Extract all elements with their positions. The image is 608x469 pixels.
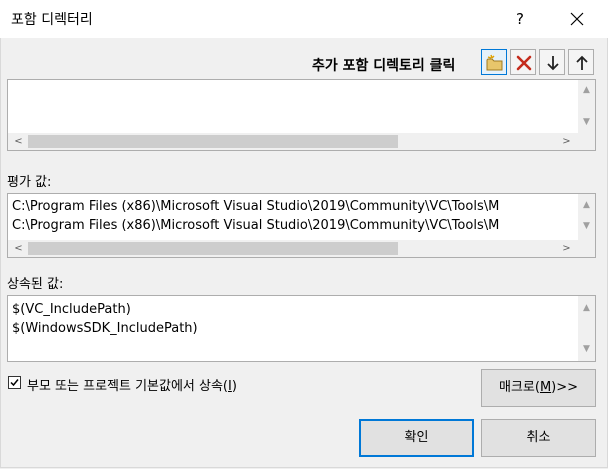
scroll-corner (578, 240, 595, 257)
scroll-left-icon[interactable]: < (10, 133, 27, 150)
scroll-right-icon[interactable]: > (558, 133, 575, 150)
include-directories-list[interactable]: ▲ ▼ < > (7, 79, 596, 151)
macros-button[interactable]: 매크로(M)>> (481, 369, 596, 407)
horizontal-scrollbar[interactable]: < > (8, 240, 578, 257)
window-title: 포함 디렉터리 (11, 12, 93, 28)
scroll-thumb[interactable] (28, 242, 398, 255)
move-down-button[interactable] (539, 49, 565, 75)
scroll-down-icon[interactable]: ▼ (578, 218, 595, 235)
vertical-scrollbar[interactable]: ▲ ▼ (578, 194, 595, 240)
evaluated-line: C:\Program Files (x86)\Microsoft Visual … (12, 199, 500, 214)
new-line-button[interactable] (481, 49, 507, 75)
evaluated-values-box[interactable]: C:\Program Files (x86)\Microsoft Visual … (7, 193, 596, 258)
scroll-down-icon[interactable]: ▼ (578, 341, 595, 358)
close-icon (570, 12, 584, 25)
scroll-thumb[interactable] (28, 135, 398, 148)
arrow-down-icon (547, 56, 559, 71)
inherited-line: $(VC_IncludePath) (12, 302, 131, 317)
toolbar-label: 추가 포함 디렉토리 클릭 (312, 58, 456, 74)
inherit-checkbox-label[interactable]: 부모 또는 프로젝트 기본값에서 상속(I) (27, 375, 237, 394)
cancel-button[interactable]: 취소 (481, 419, 596, 457)
arrow-up-icon (576, 55, 588, 70)
checkmark-icon (10, 379, 19, 387)
inherited-line: $(WindowsSDK_IncludePath) (12, 321, 198, 336)
scroll-up-icon[interactable]: ▲ (578, 300, 595, 317)
inherited-values-box[interactable]: $(VC_IncludePath) $(WindowsSDK_IncludePa… (7, 295, 596, 362)
evaluated-line: C:\Program Files (x86)\Microsoft Visual … (12, 218, 500, 233)
scroll-right-icon[interactable]: > (558, 240, 575, 257)
title-bar: 포함 디렉터리 ? (0, 0, 608, 38)
ok-button[interactable]: 확인 (359, 419, 474, 457)
inherit-checkbox[interactable] (8, 376, 21, 389)
scroll-up-icon[interactable]: ▲ (578, 197, 595, 214)
scroll-corner (578, 133, 595, 150)
inherited-values-label: 상속된 값: (7, 277, 64, 292)
move-up-button[interactable] (568, 49, 594, 75)
horizontal-scrollbar[interactable]: < > (8, 133, 578, 150)
scroll-left-icon[interactable]: < (10, 240, 27, 257)
close-button[interactable] (562, 7, 592, 31)
scroll-up-icon[interactable]: ▲ (578, 82, 595, 99)
delete-button[interactable] (510, 49, 536, 75)
vertical-scrollbar[interactable]: ▲ ▼ (578, 80, 595, 133)
new-folder-icon (486, 54, 503, 71)
help-button[interactable]: ? (508, 7, 532, 31)
delete-icon (516, 55, 532, 71)
vertical-scrollbar[interactable]: ▲ ▼ (578, 296, 595, 361)
scroll-down-icon[interactable]: ▼ (578, 114, 595, 131)
evaluated-values-label: 평가 값: (7, 175, 52, 190)
